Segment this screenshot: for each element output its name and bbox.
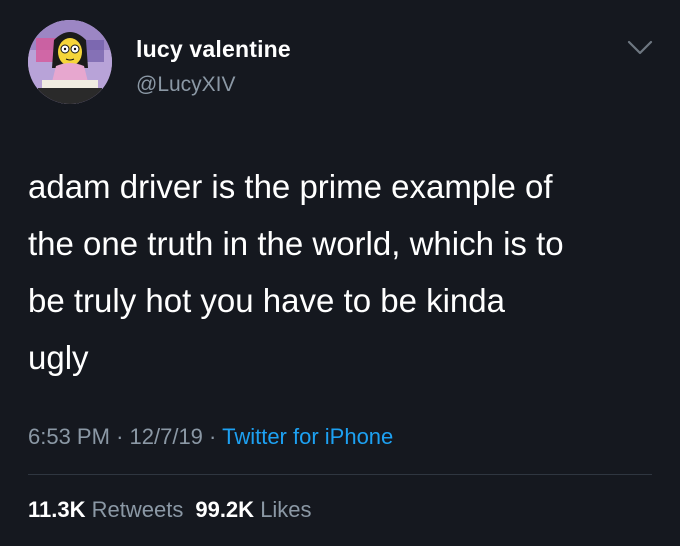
- tweet-text-line: ugly: [28, 339, 89, 376]
- tweet-date[interactable]: 12/7/19: [130, 424, 203, 449]
- tweet-meta: 6:53 PM · 12/7/19 · Twitter for iPhone: [28, 424, 393, 450]
- tweet-time[interactable]: 6:53 PM: [28, 424, 110, 449]
- likes-count: 99.2K: [195, 497, 255, 522]
- tweet-stats: 11.3K Retweets 99.2K Likes: [28, 497, 312, 523]
- likes-stat[interactable]: 99.2K Likes: [195, 497, 311, 522]
- tweet-text: adam driver is the prime example of the …: [28, 158, 658, 386]
- divider: [28, 474, 652, 475]
- retweets-label: Retweets: [91, 497, 184, 522]
- meta-separator: ·: [209, 424, 217, 449]
- retweets-count: 11.3K: [28, 497, 86, 522]
- meta-separator: ·: [116, 424, 124, 449]
- retweets-stat[interactable]: 11.3K Retweets: [28, 497, 183, 522]
- tweet-text-line: adam driver is the prime example of: [28, 168, 553, 205]
- likes-label: Likes: [260, 497, 312, 522]
- display-name[interactable]: lucy valentine: [136, 36, 291, 63]
- tweet-text-line: be truly hot you have to be kinda: [28, 282, 505, 319]
- tweet-text-line: the one truth in the world, which is to: [28, 225, 564, 262]
- avatar[interactable]: [28, 20, 112, 104]
- tweet-card: lucy valentine @LucyXIV adam driver is t…: [0, 0, 680, 546]
- tweet-source-link[interactable]: Twitter for iPhone: [222, 424, 393, 449]
- user-handle[interactable]: @LucyXIV: [136, 73, 236, 97]
- avatar-image: [28, 20, 112, 104]
- chevron-down-icon[interactable]: [626, 36, 654, 58]
